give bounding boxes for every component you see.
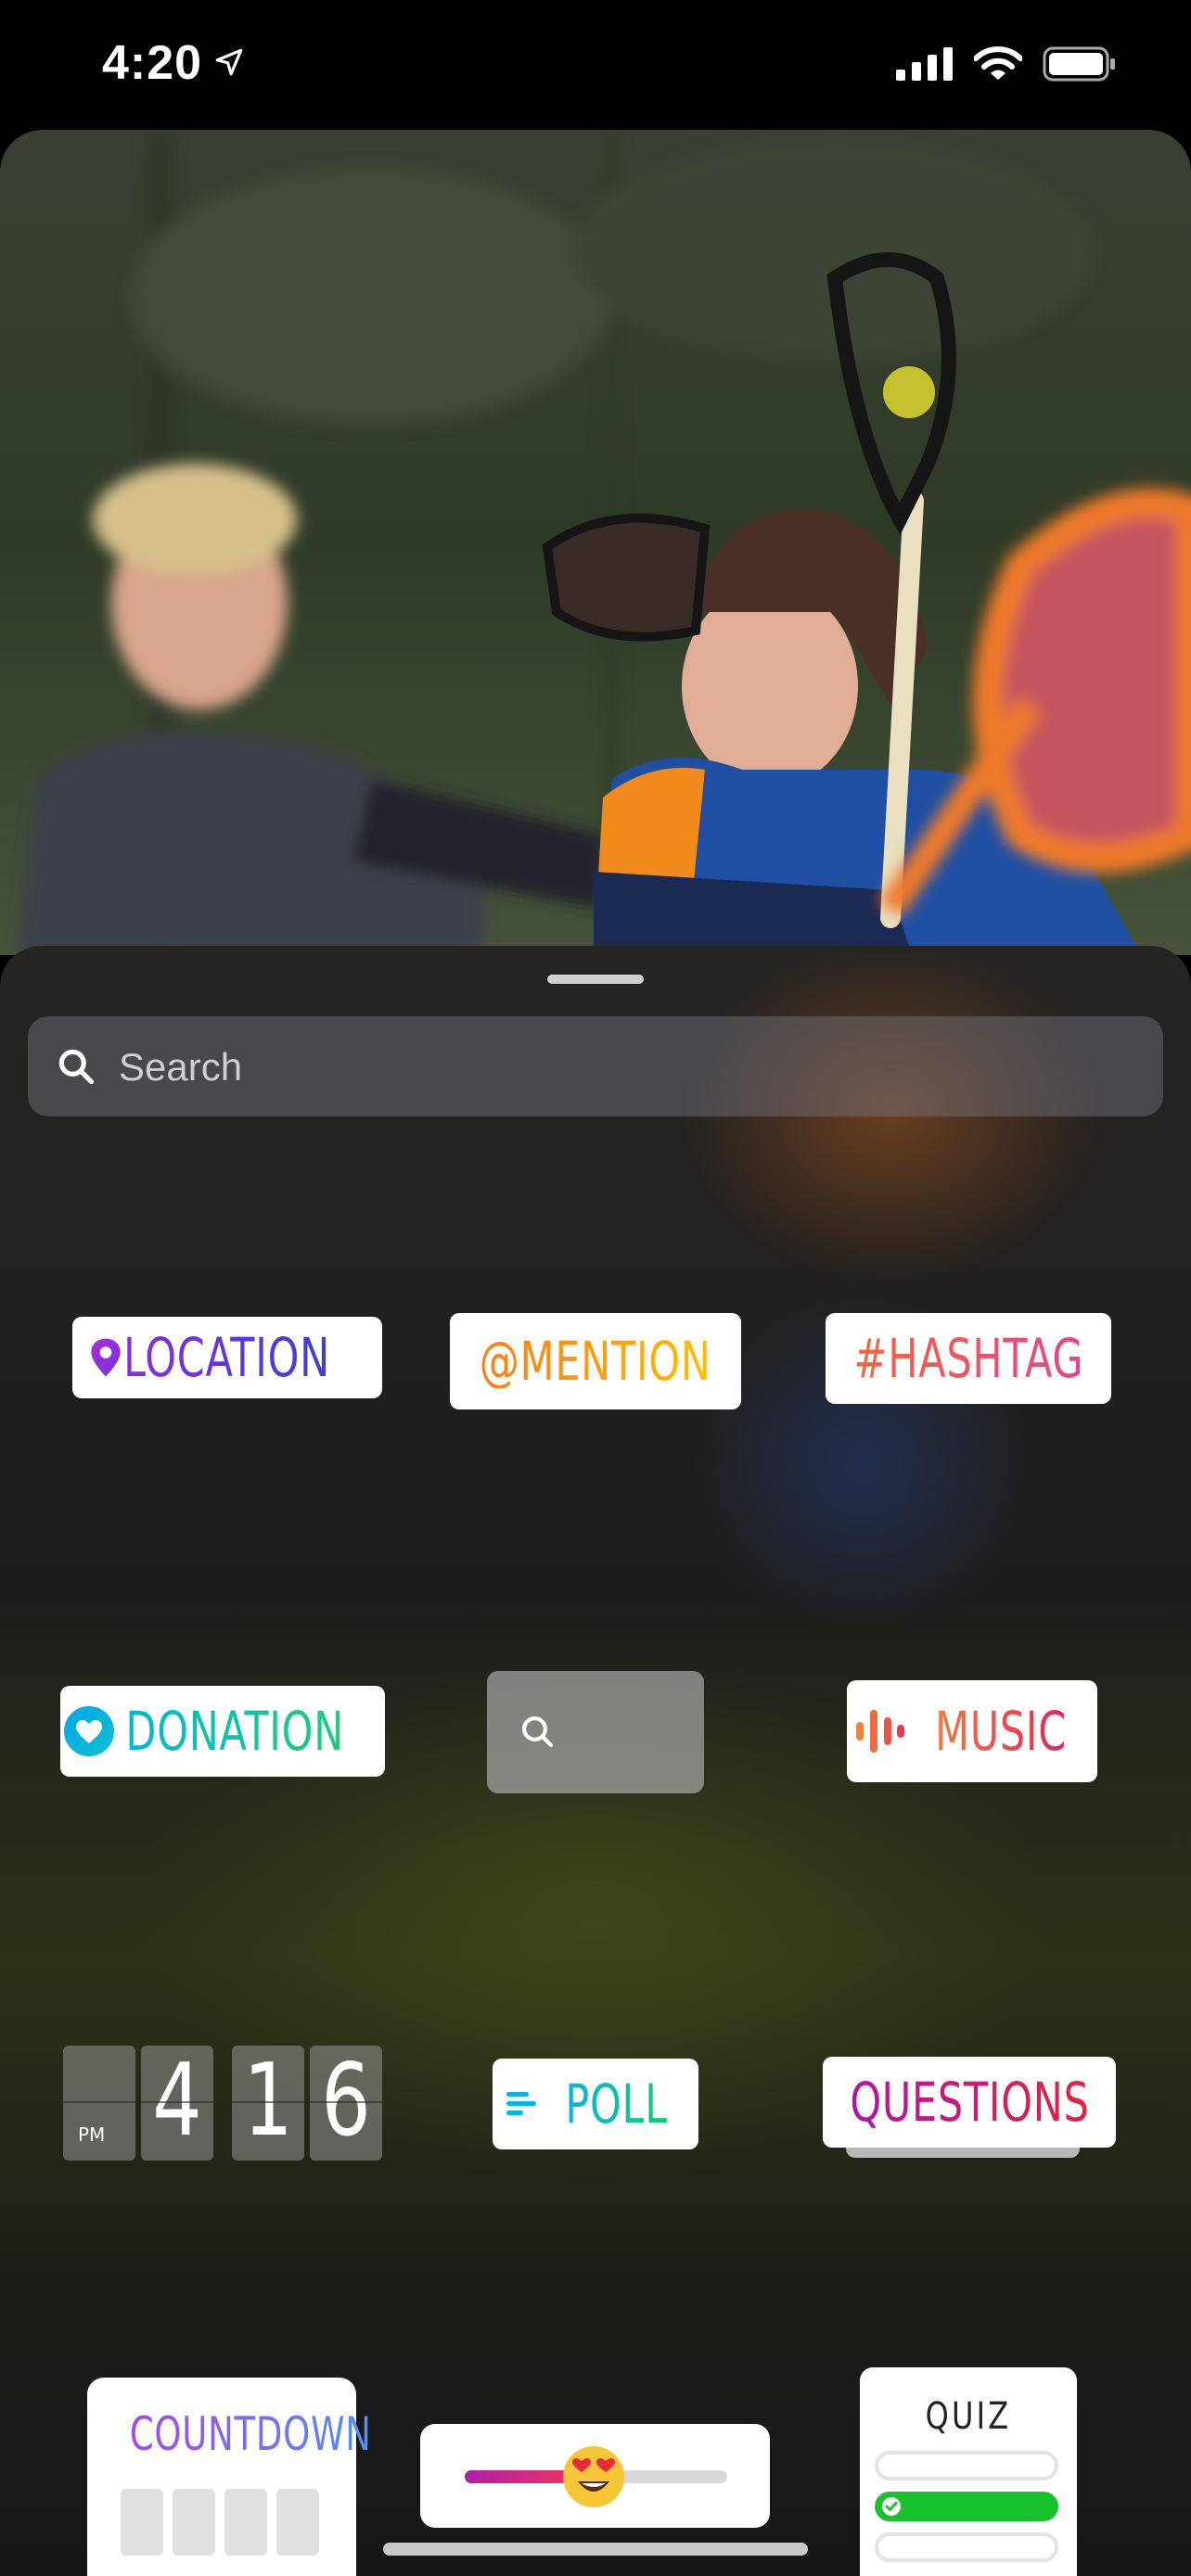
countdown-box	[173, 2489, 215, 2556]
countdown-sticker[interactable]: COUNTDOWN	[87, 2378, 371, 2576]
emoji-slider-sticker[interactable]	[420, 2424, 770, 2528]
quiz-sticker[interactable]: QUIZ	[860, 2367, 1077, 2576]
donation-sticker[interactable]: DONATION	[60, 1686, 385, 1777]
gif-search-sticker[interactable]	[487, 1671, 704, 1793]
music-bars-icon	[856, 1710, 905, 1753]
countdown-label: COUNTDOWN	[129, 2407, 372, 2461]
search-icon	[58, 1049, 95, 1085]
battery-icon	[1043, 46, 1115, 82]
status-time: 4:20	[102, 36, 203, 90]
questions-sticker[interactable]: QUESTIONS	[823, 2057, 1116, 2148]
questions-label: QUESTIONS	[849, 2071, 1090, 2134]
quiz-label: QUIZ	[925, 2395, 1012, 2438]
countdown-box	[121, 2489, 163, 2556]
quiz-option	[875, 2532, 1058, 2562]
location-pin-icon	[91, 1338, 122, 1377]
poll-label: POLL	[565, 2072, 669, 2136]
quiz-option	[875, 2451, 1058, 2480]
checkmark-icon	[882, 2497, 901, 2516]
location-sticker[interactable]: LOCATION	[72, 1317, 382, 1398]
quiz-option-correct	[875, 2492, 1058, 2521]
time-sticker[interactable]: PM 4 1 6	[63, 2046, 382, 2161]
music-sticker[interactable]: MUSIC	[847, 1680, 1097, 1782]
clock-minute-tens-tile: 1	[232, 2046, 304, 2161]
clock-meridiem: PM	[78, 2123, 106, 2146]
mention-label: @MENTION	[480, 1330, 711, 1393]
home-indicator	[383, 2543, 808, 2556]
donation-label: DONATION	[125, 1700, 344, 1763]
search-bar[interactable]	[28, 1016, 1163, 1118]
mention-sticker[interactable]: @MENTION	[450, 1313, 741, 1409]
search-input[interactable]	[117, 1016, 1141, 1118]
clock-minute-ones-tile: 6	[310, 2046, 382, 2161]
heart-icon	[63, 1706, 114, 1756]
countdown-box	[224, 2489, 267, 2556]
wifi-icon	[974, 46, 1022, 80]
status-bar: 4:20	[0, 0, 1191, 130]
poll-lines-icon	[506, 2092, 537, 2115]
signal-icon	[896, 47, 953, 81]
heart-eyes-emoji-icon	[563, 2446, 624, 2507]
drag-handle[interactable]	[547, 975, 644, 984]
clock-meridiem-tile: PM	[63, 2046, 135, 2161]
story-photo	[0, 130, 1191, 955]
hashtag-label: #HASHTAG	[853, 1327, 1083, 1390]
sticker-tray[interactable]: LOCATION @MENTION #HASHTAG DONATION MUSI…	[0, 946, 1191, 2576]
location-label: LOCATION	[123, 1326, 331, 1389]
music-label: MUSIC	[934, 1700, 1068, 1763]
search-icon	[522, 1716, 554, 1748]
countdown-box	[276, 2489, 319, 2556]
location-arrow-icon	[215, 48, 243, 76]
hashtag-sticker[interactable]: #HASHTAG	[826, 1313, 1111, 1404]
poll-sticker[interactable]: POLL	[493, 2059, 698, 2149]
clock-hour-tile: 4	[141, 2046, 213, 2161]
